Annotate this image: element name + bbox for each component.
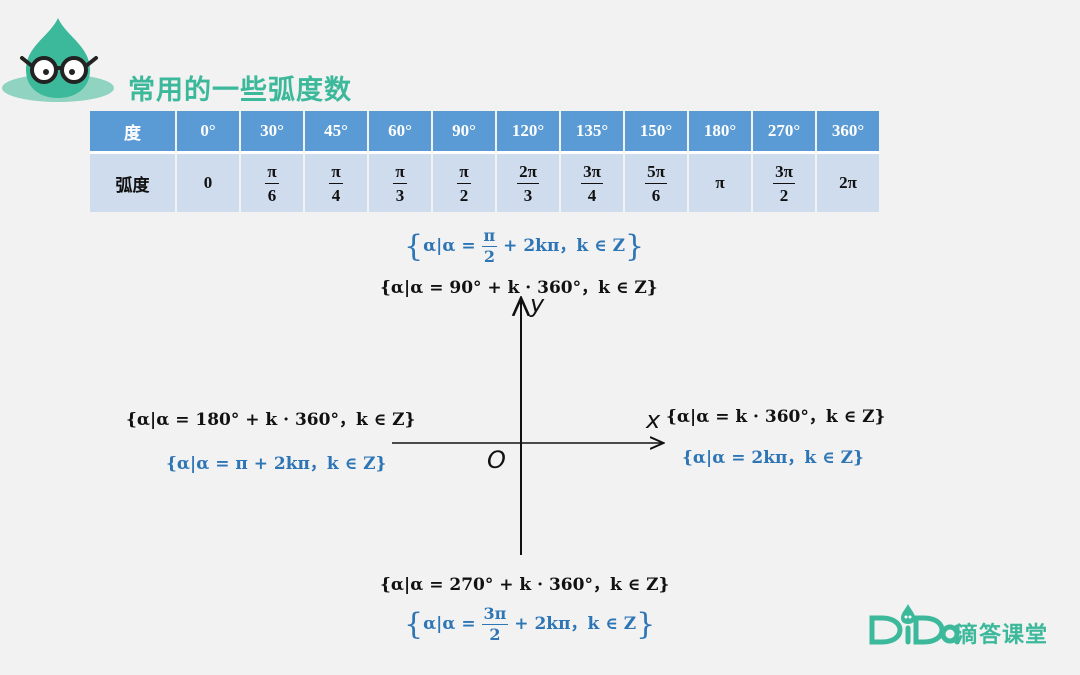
fraction-denominator: 2	[483, 247, 495, 266]
formula-180-degree: {α|α = 180° + k · 360°，k ∈ Z}	[126, 410, 416, 430]
fraction-denominator: 2	[489, 625, 501, 644]
right-brace-icon: }	[636, 607, 656, 642]
formula-0-degree: {α|α = k · 360°，k ∈ Z}	[666, 407, 886, 427]
formula-part: + 2kπ，k ∈ Z	[503, 236, 625, 256]
formula-0-radian: {α|α = 2kπ，k ∈ Z}	[682, 448, 864, 468]
formula-fraction: π2	[481, 226, 498, 266]
left-brace-icon: {	[404, 229, 424, 264]
fraction-numerator: 3π	[481, 604, 509, 625]
origin-label: O	[487, 446, 506, 474]
formula-180-radian: {α|α = π + 2kπ，k ∈ Z}	[166, 454, 387, 474]
brand-name: 滴答课堂	[956, 623, 1049, 648]
formula-270-degree: {α|α = 270° + k · 360°，k ∈ Z}	[380, 575, 670, 595]
x-axis-label: x	[646, 406, 661, 434]
left-brace-icon: {	[404, 607, 424, 642]
right-brace-icon: }	[625, 229, 645, 264]
fraction-numerator: π	[481, 226, 498, 247]
formula-90-radian: {α|α = π2 + 2kπ，k ∈ Z}	[404, 228, 644, 265]
formula-part: + 2kπ，k ∈ Z	[514, 614, 637, 634]
slide: 常用的一些弧度数 度 0° 30° 45° 60° 90° 120° 135° …	[0, 0, 1080, 675]
formula-fraction: 3π 2	[481, 604, 509, 644]
formula-270-radian: {α|α = 3π 2 + 2kπ，k ∈ Z}	[404, 606, 655, 643]
formula-part: α|α =	[423, 236, 476, 256]
formula-part: α|α =	[423, 614, 476, 634]
formula-90-degree: {α|α = 90° + k · 360°，k ∈ Z}	[380, 278, 658, 298]
